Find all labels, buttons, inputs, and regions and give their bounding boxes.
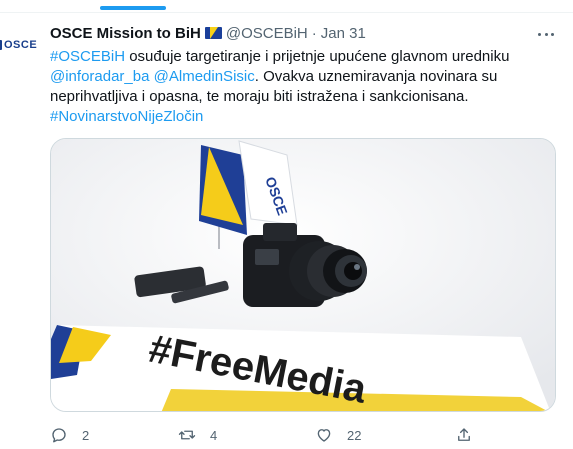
tweet-text-part: osuđuje targetiranje i prijetnje upućene… — [125, 48, 510, 65]
reply-button[interactable]: 2 — [50, 424, 89, 446]
mention-inforadar[interactable]: @inforadar_ba — [50, 68, 149, 85]
avatar[interactable]: OSCE — [0, 36, 38, 54]
tweet-header: OSCE Mission to BiH @OSCEBiH · Jan 31 — [50, 23, 366, 43]
avatar-logo-text: OSCE — [4, 39, 38, 51]
osce-logo: OSCE — [0, 36, 38, 54]
free-media-sign: #FreeMedia — [51, 325, 551, 411]
tweet-media-image[interactable]: OSCE #FreeMedia — [50, 138, 556, 412]
display-name[interactable]: OSCE Mission to BiH — [50, 25, 201, 42]
like-count: 22 — [347, 427, 362, 443]
mention-almedinsisic[interactable]: @AlmedinSisic — [154, 68, 255, 85]
retweet-count: 4 — [210, 427, 218, 443]
retweet-button[interactable]: 4 — [178, 424, 217, 446]
share-button[interactable] — [455, 424, 473, 446]
active-tab-indicator — [100, 6, 166, 10]
top-strip — [0, 0, 573, 12]
heart-icon — [317, 429, 331, 442]
bih-flag-icon — [204, 27, 222, 39]
like-button[interactable]: 22 — [315, 424, 361, 446]
reply-icon — [52, 428, 66, 443]
hashtag-oscebih[interactable]: #OSCEBiH — [50, 48, 125, 65]
tweet-date[interactable]: Jan 31 — [321, 25, 366, 42]
tweet-text: #OSCEBiH osuđuje targetiranje i prijetnj… — [50, 47, 550, 127]
retweet-icon — [178, 430, 196, 440]
more-icon[interactable] — [535, 26, 557, 42]
osce-logo-mark — [0, 40, 2, 50]
tweet-actions: 2 4 22 — [50, 424, 480, 446]
hashtag-novinarstvonijezlocin[interactable]: #NovinarstvoNijeZločin — [50, 108, 203, 125]
separator-dot: · — [311, 24, 317, 42]
free-media-photo: OSCE #FreeMedia — [51, 139, 555, 411]
user-handle[interactable]: @OSCEBiH — [226, 25, 308, 42]
share-icon — [458, 428, 470, 441]
divider — [0, 12, 573, 13]
reply-count: 2 — [82, 427, 90, 443]
